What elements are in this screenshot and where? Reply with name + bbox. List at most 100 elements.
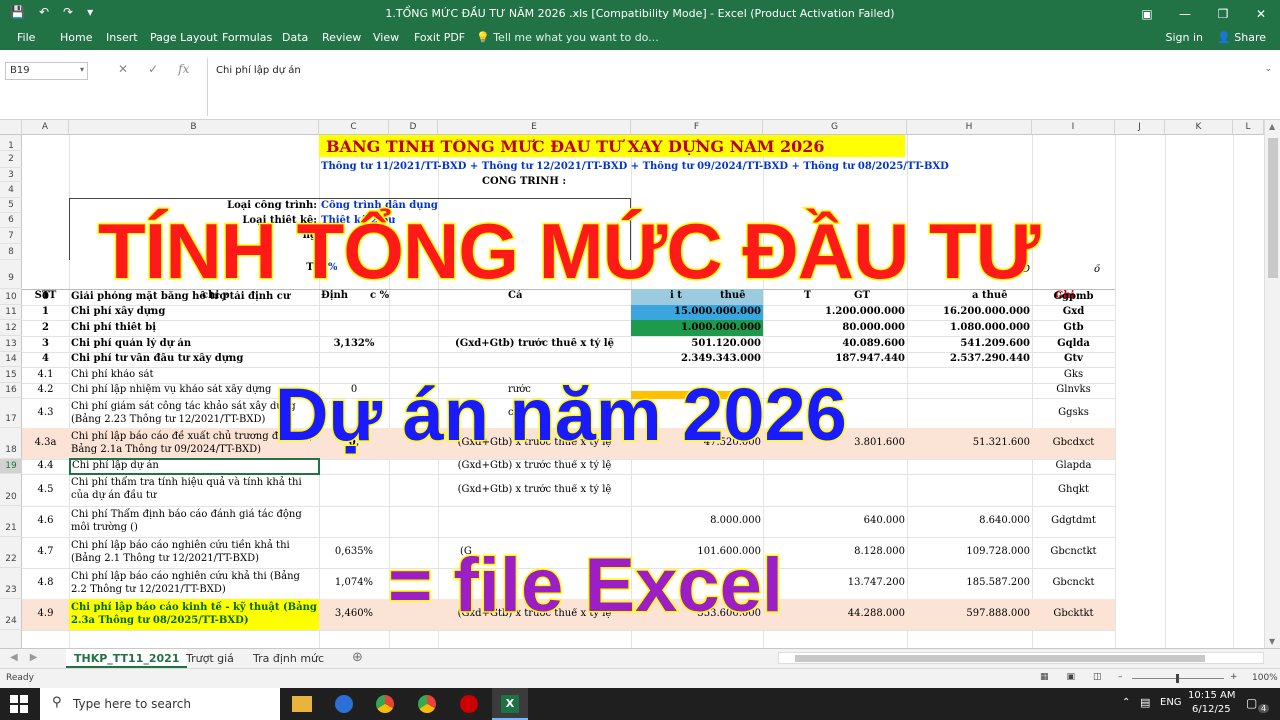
- col-header-c[interactable]: C: [319, 120, 389, 135]
- cell-a22[interactable]: 4.7: [22, 546, 69, 558]
- cell-b20[interactable]: Chi phí thẩm tra tính hiệu quả và tính k…: [71, 476, 317, 502]
- language-indicator[interactable]: ENG: [1160, 697, 1182, 708]
- minimize-icon[interactable]: —: [1166, 0, 1204, 28]
- row-header-4[interactable]: 4: [0, 182, 22, 198]
- sheet-tab-thkp[interactable]: THKP_TT11_2021: [66, 649, 188, 668]
- normal-view-icon[interactable]: ▦: [1040, 672, 1049, 682]
- cell-h23[interactable]: 185.587.200: [907, 577, 1030, 589]
- cell-i10[interactable]: Ggpmb: [1032, 291, 1115, 303]
- cell-b19[interactable]: Chi phí lập dự án: [72, 460, 316, 472]
- cell-c24[interactable]: 3,460%: [319, 608, 389, 620]
- enter-icon[interactable]: ✓: [148, 62, 158, 76]
- row-header-10[interactable]: 10: [0, 289, 22, 305]
- cell-g21[interactable]: 640.000: [763, 515, 905, 527]
- row-header-12[interactable]: 12: [0, 320, 22, 336]
- cell-h14[interactable]: 2.537.290.440: [907, 353, 1030, 365]
- row-header-3[interactable]: 3: [0, 168, 22, 182]
- cell-i16[interactable]: Glnvks: [1032, 384, 1115, 396]
- col-header-l[interactable]: L: [1233, 120, 1264, 135]
- cell-g24[interactable]: 44.288.000: [763, 608, 905, 620]
- row-header-8[interactable]: 8: [0, 244, 22, 260]
- notification-icon[interactable]: ▢: [1246, 696, 1257, 710]
- cell-g13[interactable]: 40.089.600: [763, 338, 905, 350]
- scroll-down-icon[interactable]: ▼: [1269, 637, 1275, 646]
- row-header-17[interactable]: 17: [0, 398, 22, 428]
- taskbar-search-box[interactable]: ⚲ Type here to search: [40, 688, 280, 720]
- horizontal-scroll-thumb[interactable]: [795, 655, 1205, 662]
- network-icon[interactable]: ▤: [1140, 696, 1150, 709]
- cell-i19[interactable]: Glapda: [1032, 460, 1115, 472]
- windows-start-icon[interactable]: [10, 695, 28, 713]
- cell-a14[interactable]: 4: [22, 353, 69, 365]
- horizontal-scrollbar[interactable]: [778, 652, 1264, 664]
- cell-e19[interactable]: (Gxd+Gtb) x trước thuế x tỷ lệ: [438, 460, 631, 472]
- col-header-b[interactable]: B: [69, 120, 319, 135]
- col-header-j[interactable]: J: [1115, 120, 1165, 135]
- cell-c23[interactable]: 1,074%: [319, 577, 389, 589]
- cell-h11[interactable]: 16.200.000.000: [907, 306, 1030, 318]
- ribbon-display-icon[interactable]: ▣: [1128, 0, 1166, 28]
- cell-i12[interactable]: Gtb: [1032, 322, 1115, 334]
- expand-formula-bar-icon[interactable]: ⌄: [1264, 64, 1272, 74]
- cell-a12[interactable]: 2: [22, 322, 69, 334]
- row-header-2[interactable]: 2: [0, 151, 22, 168]
- col-header-i[interactable]: I: [1032, 120, 1115, 135]
- cell-a10[interactable]: 0: [22, 291, 69, 303]
- zoom-slider-handle[interactable]: [1176, 674, 1179, 683]
- sign-in-link[interactable]: Sign in: [1166, 31, 1204, 44]
- row-header-19[interactable]: 19: [0, 459, 22, 474]
- tab-formulas[interactable]: Formulas: [222, 31, 272, 44]
- cell-b11[interactable]: Chi phí xây dựng: [71, 306, 317, 318]
- row-header-11[interactable]: 11: [0, 305, 22, 320]
- page-layout-view-icon[interactable]: ▣: [1067, 672, 1076, 682]
- close-icon[interactable]: ✕: [1242, 0, 1280, 28]
- insert-function-icon[interactable]: fx: [178, 62, 189, 76]
- row-header-20[interactable]: 20: [0, 474, 22, 506]
- cell-g14[interactable]: 187.947.440: [763, 353, 905, 365]
- chevron-down-icon[interactable]: ▾: [80, 65, 84, 74]
- select-all-corner[interactable]: [0, 120, 22, 135]
- cell-h18[interactable]: 51.321.600: [907, 437, 1030, 449]
- cell-b12[interactable]: Chi phí thiết bị: [71, 322, 317, 334]
- row-header-16[interactable]: 16: [0, 383, 22, 398]
- tab-view[interactable]: View: [373, 31, 399, 44]
- excel-taskbar-button[interactable]: X: [492, 688, 528, 720]
- row-header-24[interactable]: 24: [0, 599, 22, 630]
- cell-h22[interactable]: 109.728.000: [907, 546, 1030, 558]
- edge-icon[interactable]: [335, 695, 353, 713]
- cell-b21[interactable]: Chi phí Thẩm định báo cáo đánh giá tác đ…: [71, 508, 317, 534]
- clock-date[interactable]: 6/12/25: [1192, 704, 1231, 715]
- cell-a24[interactable]: 4.9: [22, 608, 69, 620]
- cell-e20[interactable]: (Gxd+Gtb) x trước thuế x tỷ lệ: [438, 484, 631, 496]
- cell-c13[interactable]: 3,132%: [319, 338, 389, 350]
- col-header-h[interactable]: H: [907, 120, 1032, 135]
- cell-a15[interactable]: 4.1: [22, 369, 69, 381]
- restore-icon[interactable]: ❐: [1204, 0, 1242, 28]
- cell-f13[interactable]: 501.120.000: [631, 338, 761, 350]
- sheet-tab-truot-gia[interactable]: Trượt giá: [178, 649, 242, 668]
- app-icon[interactable]: [460, 695, 478, 713]
- cell-c22[interactable]: 0,635%: [319, 546, 389, 558]
- cell-a21[interactable]: 4.6: [22, 515, 69, 527]
- col-header-a[interactable]: A: [22, 120, 69, 135]
- cell-b13[interactable]: Chi phí quản lý dự án: [71, 338, 317, 350]
- cell-g22[interactable]: 8.128.000: [763, 546, 905, 558]
- row-header-23[interactable]: 23: [0, 568, 22, 599]
- formula-input[interactable]: Chi phí lập dự án: [216, 65, 301, 76]
- cell-f12[interactable]: 1.000.000.000: [631, 322, 761, 334]
- row-header-13[interactable]: 13: [0, 336, 22, 352]
- col-header-g[interactable]: G: [763, 120, 907, 135]
- chrome-icon[interactable]: [376, 695, 394, 713]
- cell-h13[interactable]: 541.209.600: [907, 338, 1030, 350]
- cell-e13[interactable]: (Gxd+Gtb) trước thuế x tỷ lệ: [438, 338, 631, 350]
- cell-g12[interactable]: 80.000.000: [763, 322, 905, 334]
- worksheet-grid[interactable]: A B C D E F G H I J K L 1 2 3 4 5 6 7 8 …: [0, 120, 1264, 648]
- next-sheet-icon[interactable]: ▶: [30, 652, 38, 663]
- col-header-d[interactable]: D: [389, 120, 438, 135]
- scroll-up-icon[interactable]: ▲: [1269, 122, 1275, 131]
- tab-foxit-pdf[interactable]: Foxit PDF: [414, 31, 465, 44]
- add-sheet-icon[interactable]: ⊕: [344, 649, 371, 668]
- row-header-21[interactable]: 21: [0, 506, 22, 537]
- row-header-18[interactable]: 18: [0, 428, 22, 459]
- cell-a17[interactable]: 4.3: [22, 407, 69, 419]
